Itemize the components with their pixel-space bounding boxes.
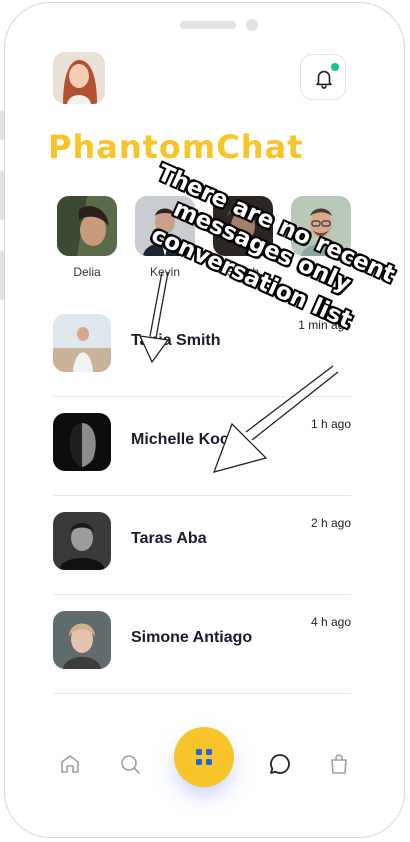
conversation-name: Taras Aba (131, 530, 207, 547)
search-icon[interactable] (118, 752, 142, 776)
home-icon[interactable] (58, 752, 82, 776)
conversation-avatar (53, 413, 111, 471)
side-button (0, 170, 4, 220)
conversation-name: Tania Smith (131, 332, 221, 349)
chat-icon[interactable] (268, 752, 292, 776)
story-name: Kevin (149, 265, 181, 279)
conversation-item[interactable]: Simone Antiago 4 h ago (53, 595, 351, 694)
notifications-button[interactable] (300, 54, 346, 100)
bell-icon (316, 70, 332, 89)
conversation-avatar (53, 512, 111, 570)
notification-dot (331, 63, 339, 71)
bag-icon[interactable] (327, 752, 351, 776)
side-button (0, 110, 4, 140)
conversation-time: 1 h ago (310, 417, 351, 431)
front-camera (246, 19, 258, 31)
conversation-name: Simone Antiago (131, 629, 253, 646)
conversation-item[interactable]: Taras Aba 2 h ago (53, 496, 351, 595)
conversation-name: Michelle Koch (131, 431, 239, 448)
app-title: PhantomChat (48, 128, 304, 166)
apps-button[interactable] (174, 727, 234, 787)
story-name: Delia (73, 265, 101, 279)
conversation-time: 2 h ago (310, 516, 351, 530)
conversation-avatar (53, 314, 111, 372)
story-item[interactable]: Delia (56, 196, 118, 279)
conversation-time: 4 h ago (310, 615, 351, 629)
speaker (180, 21, 236, 29)
story-avatar (57, 196, 117, 256)
conversation-avatar (53, 611, 111, 669)
side-button (0, 250, 4, 300)
conversation-item[interactable]: Michelle Koch 1 h ago (53, 397, 351, 496)
profile-avatar[interactable] (53, 52, 105, 104)
